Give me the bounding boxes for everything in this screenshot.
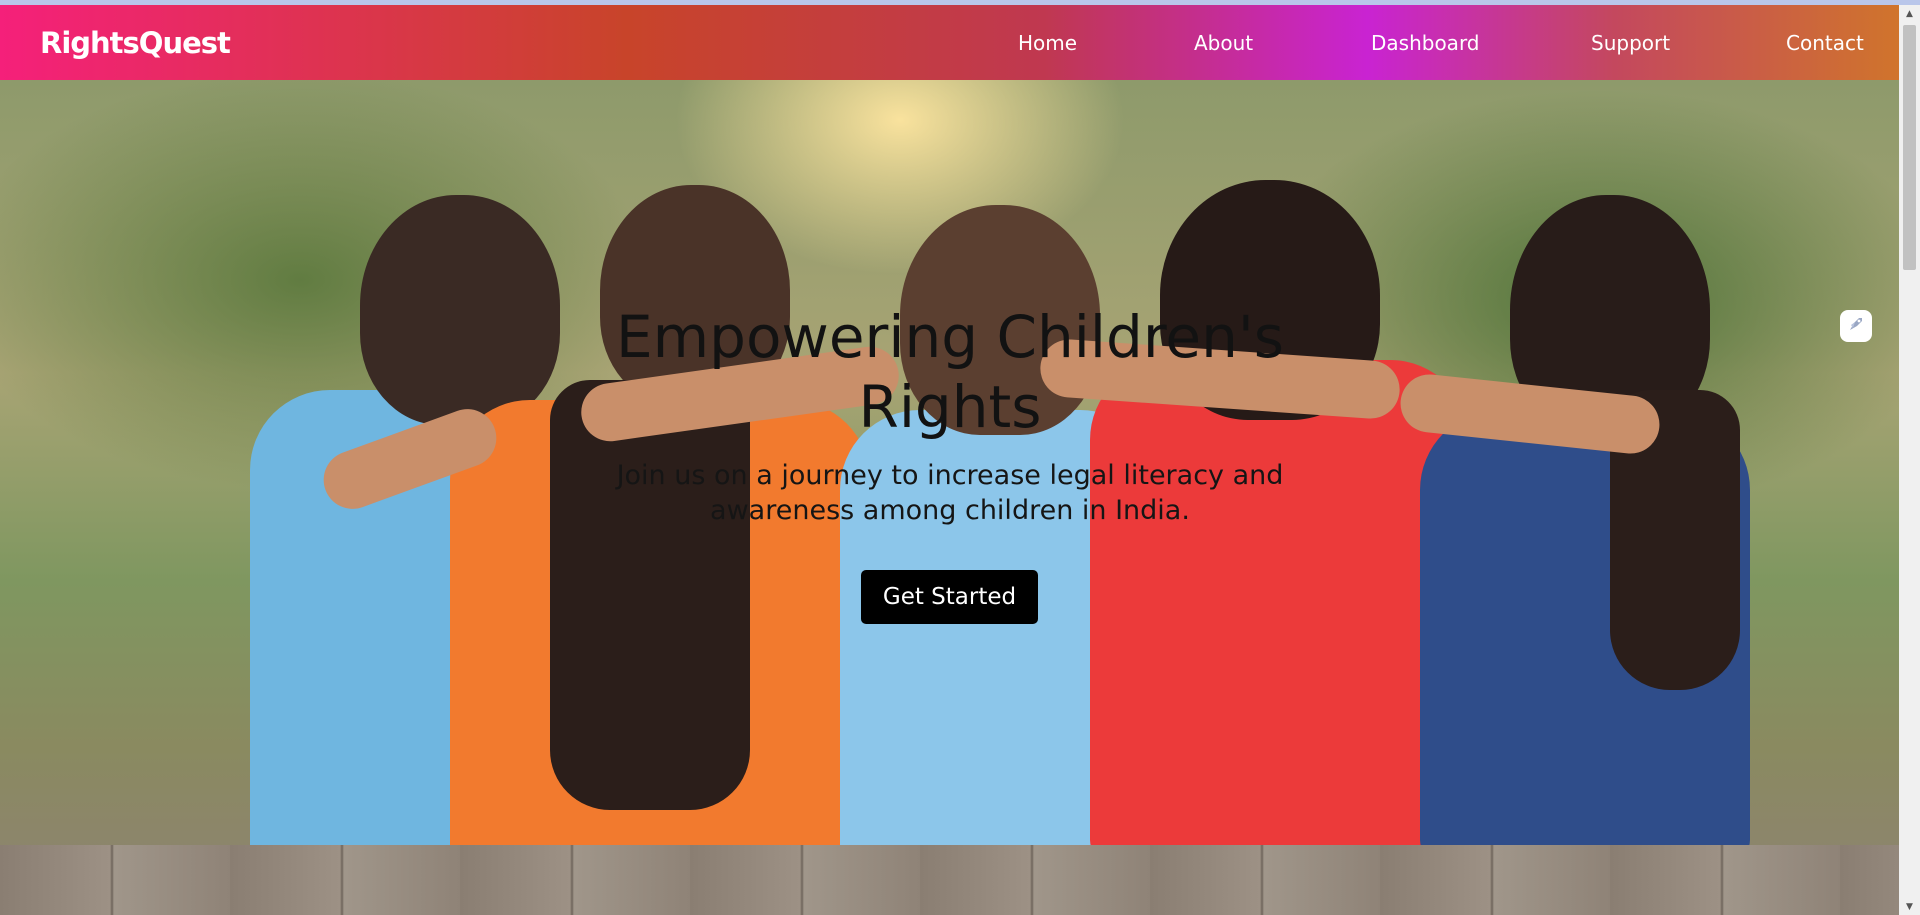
rocket-icon (1846, 314, 1866, 338)
scroll-up-arrow-icon[interactable]: ▲ (1899, 5, 1920, 22)
hero-section: Empowering Children's Rights Join us on … (0, 80, 1899, 915)
vertical-scrollbar[interactable]: ▲ ▼ (1899, 5, 1920, 915)
nav-contact-link[interactable]: Contact (1786, 28, 1864, 58)
hero-title: Empowering Children's Rights (615, 303, 1285, 441)
nav-about-link[interactable]: About (1194, 28, 1253, 58)
nav-links: Home About Dashboard Support Contact (0, 28, 1899, 58)
nav-dashboard-link[interactable]: Dashboard (1371, 28, 1480, 58)
scroll-down-arrow-icon[interactable]: ▼ (1899, 898, 1920, 915)
hero-subtitle: Join us on a journey to increase legal l… (616, 460, 1284, 526)
get-started-button[interactable]: Get Started (861, 570, 1038, 624)
scrollbar-thumb[interactable] (1903, 25, 1916, 270)
floating-widget-button[interactable] (1840, 310, 1872, 342)
hero-content: Empowering Children's Rights Join us on … (0, 80, 1899, 915)
nav-home-link[interactable]: Home (1018, 28, 1077, 58)
top-navbar: RightsQuest Home About Dashboard Support… (0, 5, 1899, 80)
nav-support-link[interactable]: Support (1591, 28, 1670, 58)
